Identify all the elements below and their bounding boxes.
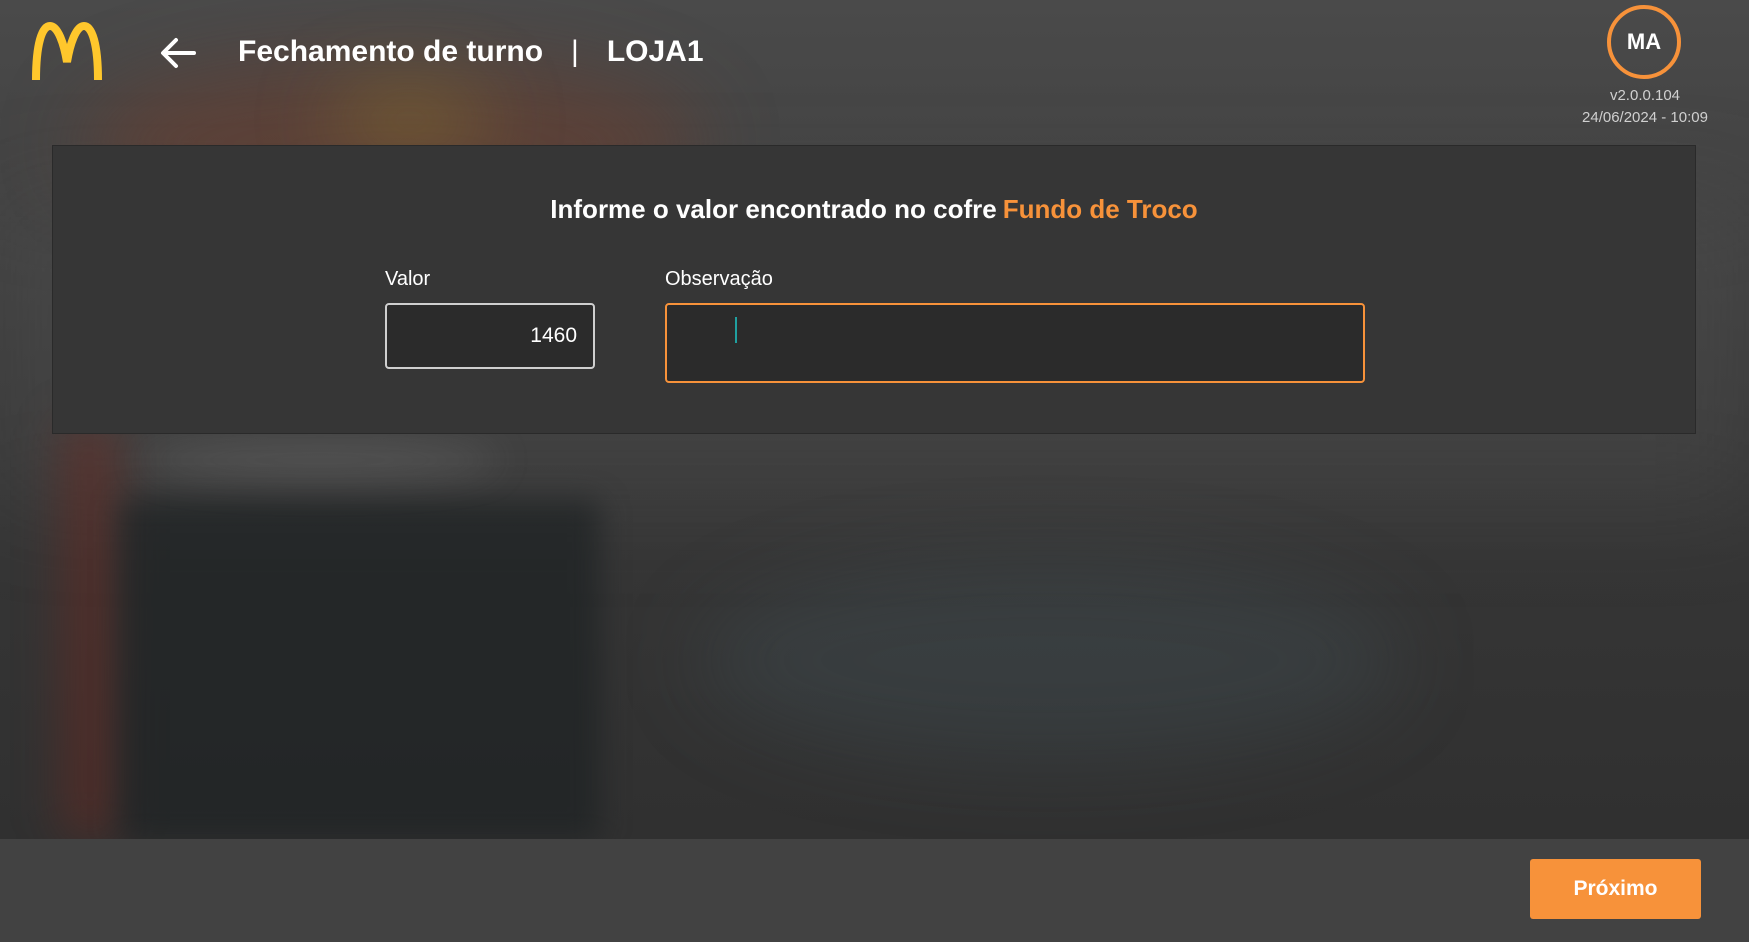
datetime-text: 24/06/2024 - 10:09 (1582, 109, 1708, 126)
avatar[interactable]: MA (1607, 5, 1681, 79)
header: Fechamento de turno | LOJA1 MA v2.0.0.104 … (0, 0, 1749, 130)
prompt-text: Informe o valor encontrado no cofre (550, 194, 997, 224)
form-prompt: Informe o valor encontrado no cofre Fundo… (53, 194, 1695, 225)
observacao-label: Observação (665, 268, 773, 290)
valor-input[interactable] (385, 303, 595, 369)
version-info: v2.0.0.104 24/06/2024 - 10:09 (1550, 85, 1740, 129)
background-photo (0, 0, 1749, 942)
back-button[interactable] (156, 30, 202, 76)
title-separator: | (571, 35, 579, 68)
form-card: Informe o valor encontrado no cofre Fundo… (52, 145, 1696, 434)
store-name: LOJA1 (606, 35, 704, 68)
page-title: Fechamento de turno | LOJA1 (238, 32, 704, 72)
arrow-left-icon (161, 38, 196, 68)
valor-label: Valor (385, 268, 431, 290)
version-text: v2.0.0.104 (1609, 87, 1681, 104)
footer: Próximo (0, 839, 1749, 942)
avatar-initials: MA (1626, 29, 1662, 54)
next-button[interactable]: Próximo (1530, 859, 1701, 919)
observacao-input[interactable] (665, 303, 1365, 383)
title-text: Fechamento de turno (238, 35, 544, 68)
prompt-highlight: Fundo de Troco (1002, 194, 1198, 224)
text-caret (735, 317, 737, 343)
golden-arches-icon (32, 21, 102, 82)
